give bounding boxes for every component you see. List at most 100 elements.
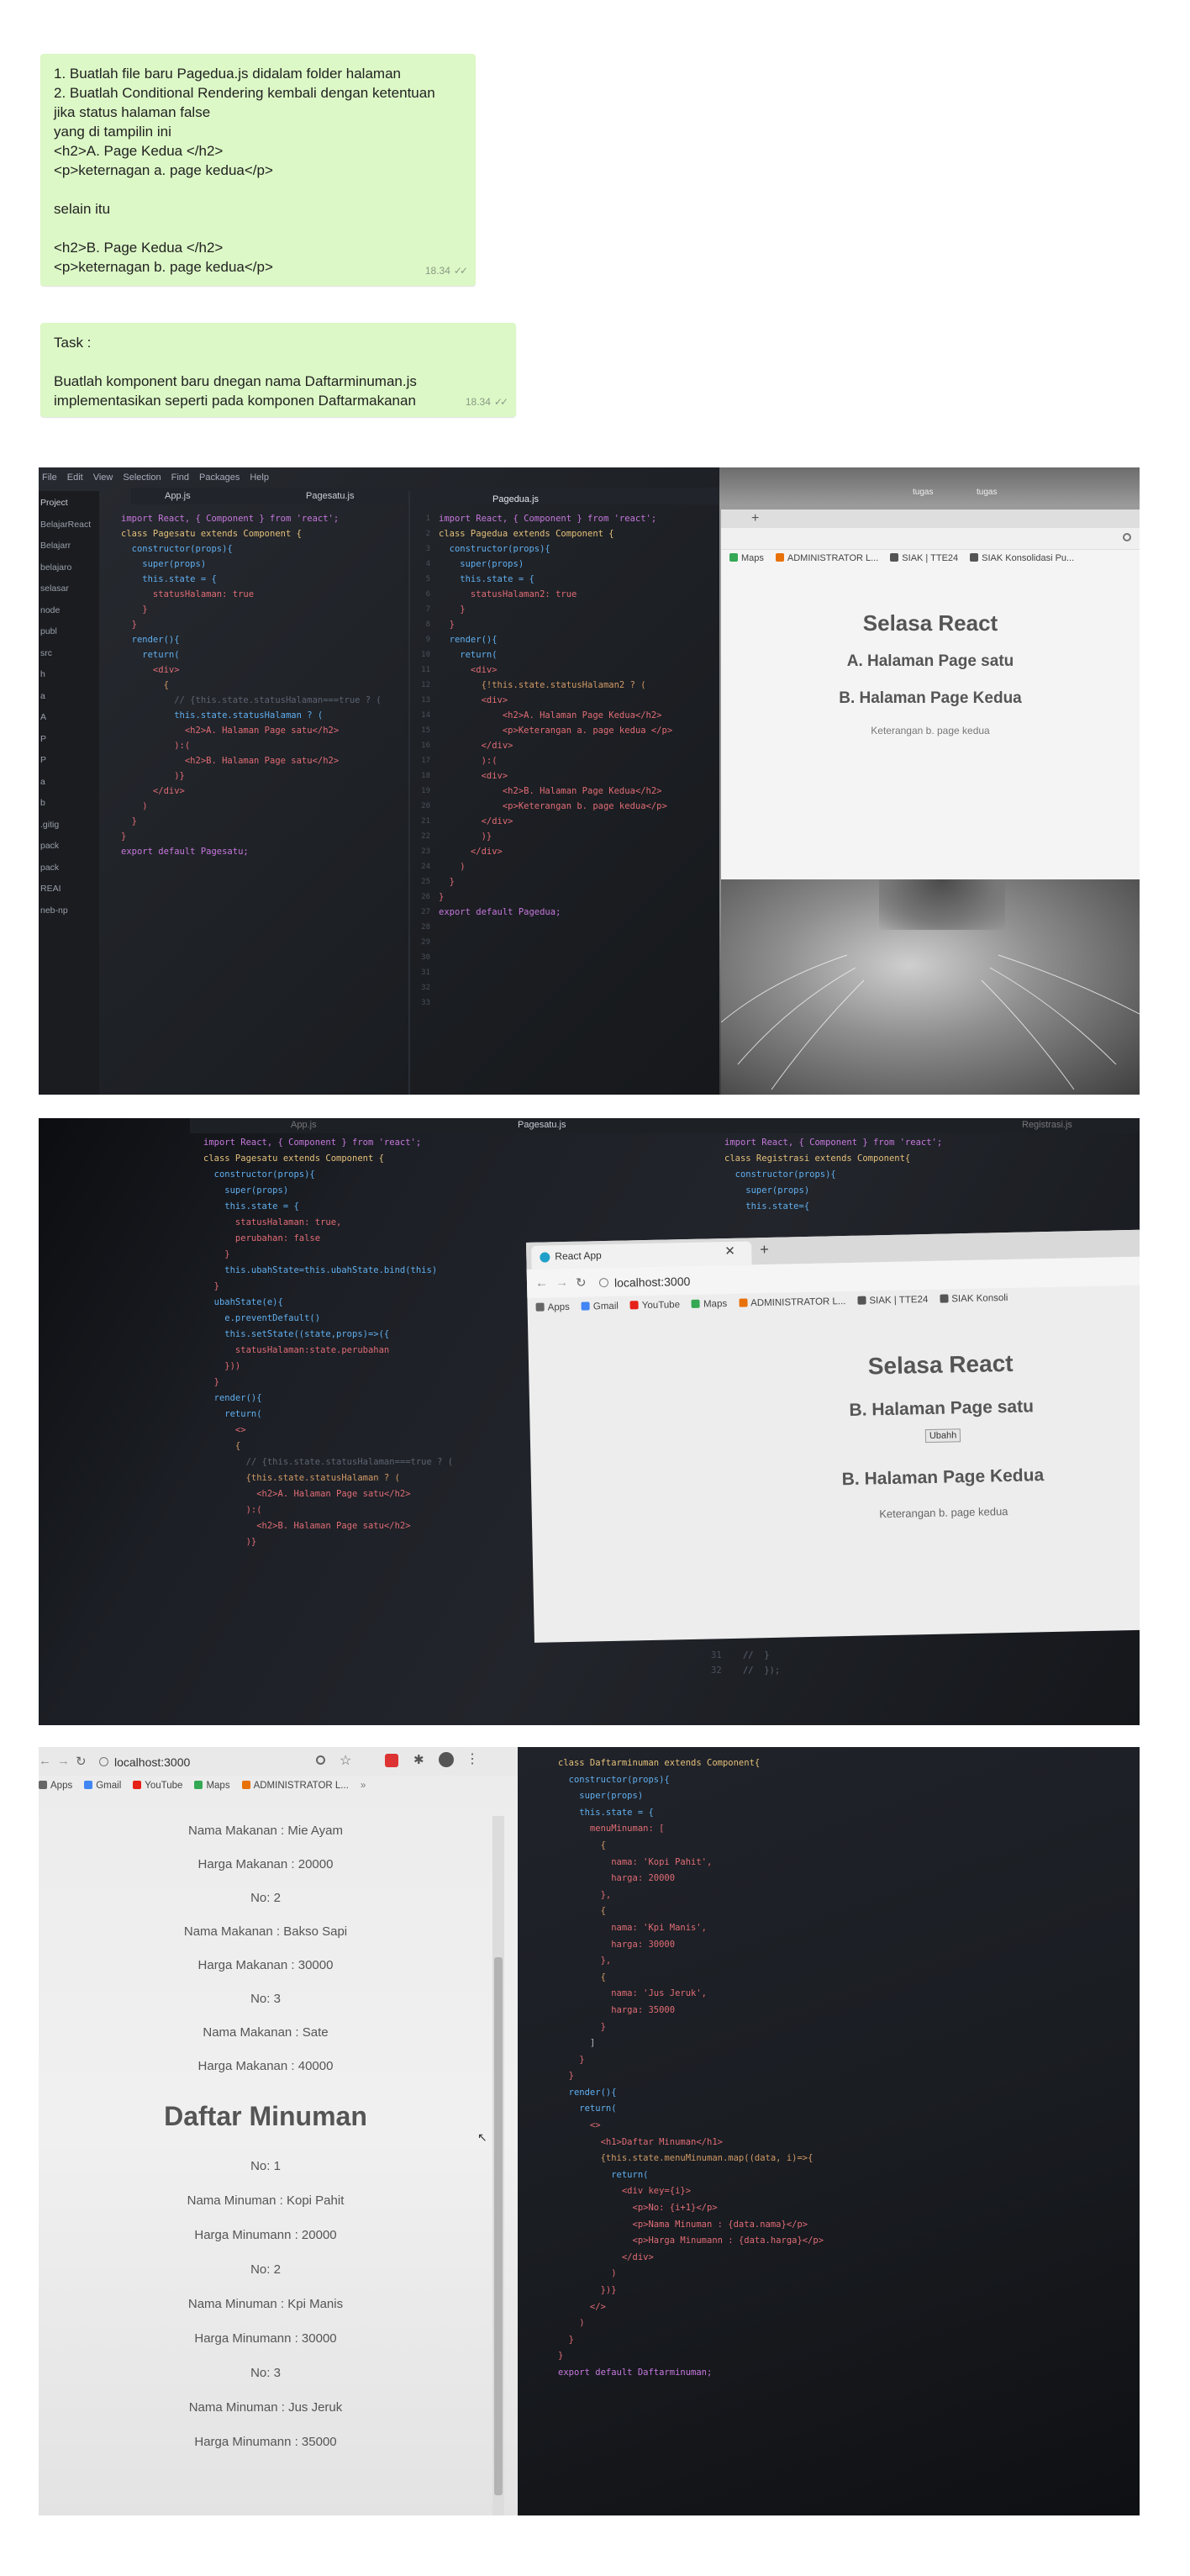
bookmark-siak-tte24[interactable]: SIAK | TTE24 <box>857 1295 928 1306</box>
bookmark-apps[interactable]: Apps <box>39 1781 72 1791</box>
address-bar[interactable] <box>721 528 1140 550</box>
tab-pagesatu-js[interactable]: Pagesatu.js <box>306 491 354 501</box>
tab-app-js[interactable]: App.js <box>291 1120 317 1130</box>
code-line: <h2>B. Halaman Page satu</h2> <box>121 756 340 766</box>
bookmark-youtube[interactable]: YouTube <box>629 1300 680 1311</box>
tree-item[interactable]: pack <box>40 858 99 879</box>
more-icon[interactable]: ⋮ <box>466 1750 479 1767</box>
menu-item[interactable]: Selection <box>123 472 161 483</box>
puzzle-icon[interactable]: ✱ <box>413 1752 424 1767</box>
code-line: return( <box>558 2169 649 2180</box>
tree-item[interactable]: P <box>40 729 99 751</box>
page-paragraph: Keterangan b. page kedua <box>879 1505 1008 1521</box>
tab-registrasi-js[interactable]: Registrasi.js <box>1022 1120 1072 1130</box>
tree-item[interactable]: P <box>40 750 99 772</box>
reload-icon[interactable]: ↻ <box>576 1275 587 1291</box>
new-tab-icon[interactable]: + <box>751 511 759 526</box>
search-icon[interactable] <box>316 1755 325 1765</box>
code-line: constructor(props){ <box>203 1169 315 1180</box>
forward-icon[interactable]: → <box>57 1754 70 1768</box>
menu-item[interactable]: File <box>42 472 57 483</box>
forward-icon[interactable]: → <box>556 1275 568 1290</box>
code-line: <h2>B. Halaman Page Kedua</h2> <box>439 786 662 796</box>
url-input[interactable]: localhost:3000 <box>114 1755 190 1769</box>
code-line: import React, { Component } from 'react'… <box>439 514 657 524</box>
code-line: export default Daftarminuman; <box>558 2367 713 2378</box>
menu-item[interactable]: Packages <box>199 472 240 483</box>
code-line: </> <box>558 2301 606 2312</box>
tab-pagesatu-js[interactable]: Pagesatu.js <box>518 1120 566 1130</box>
scrollbar-thumb[interactable] <box>494 1957 503 2495</box>
code-line: <div> <box>439 665 498 675</box>
desktop-icon[interactable]: tugas <box>977 488 997 497</box>
chat-message-1: 1. Buatlah file baru Pagedua.js didalam … <box>40 54 476 286</box>
bookmark-gmail[interactable]: Gmail <box>84 1781 121 1791</box>
code-line: super(props) <box>203 1185 289 1196</box>
tree-item[interactable]: a <box>40 686 99 708</box>
desktop-icon[interactable]: tugas <box>913 488 933 497</box>
tree-item[interactable]: BelajarReact <box>40 515 99 536</box>
tree-item[interactable]: b <box>40 793 99 815</box>
message-line: selain itu <box>54 201 111 217</box>
message-line: yang di tampilin ini <box>54 124 171 140</box>
chevron-right-icon[interactable]: » <box>361 1781 366 1791</box>
menu-item[interactable]: Help <box>250 472 269 483</box>
ubah-button[interactable]: Ubahh <box>924 1428 961 1444</box>
bookmark-administrator[interactable]: ADMINISTRATOR L... <box>775 553 878 563</box>
tree-item[interactable]: selasar <box>40 578 99 600</box>
bookmark-siak-konsoli[interactable]: SIAK Konsoli <box>940 1293 1008 1305</box>
extension-icon[interactable] <box>385 1754 398 1767</box>
bookmark-apps[interactable]: Apps <box>535 1302 570 1313</box>
tree-item[interactable]: belajaro <box>40 557 99 579</box>
tree-item[interactable]: REAI <box>40 879 99 900</box>
tree-item[interactable]: pack <box>40 836 99 858</box>
bookmarks-bar: Apps Gmail YouTube Maps ADMINISTRATOR L.… <box>39 1781 366 1791</box>
maps-icon <box>691 1299 701 1308</box>
bookmark-gmail[interactable]: Gmail <box>581 1301 619 1312</box>
tree-item[interactable]: .gitig <box>40 815 99 837</box>
tree-item[interactable]: Belajarr <box>40 536 99 557</box>
url-input[interactable]: localhost:3000 <box>614 1275 691 1290</box>
bookmark-label: ADMINISTRATOR L... <box>253 1781 349 1791</box>
menu-item[interactable]: View <box>93 472 113 483</box>
code-line: <div> <box>439 771 508 781</box>
star-icon[interactable]: ☆ <box>340 1752 351 1769</box>
cat-whiskers <box>721 954 1140 1090</box>
avatar[interactable] <box>439 1752 454 1767</box>
tree-item[interactable]: a <box>40 772 99 794</box>
tab-app-js[interactable]: App.js <box>165 491 191 501</box>
bookmark-maps[interactable]: Maps <box>691 1299 727 1310</box>
bookmark-siak-konsolidasi[interactable]: SIAK Konsolidasi Pu... <box>970 553 1074 563</box>
back-icon[interactable]: ← <box>39 1754 51 1768</box>
code-line: this.setState((state,props)=>({ <box>203 1329 390 1339</box>
tree-item[interactable]: src <box>40 643 99 665</box>
code-line: return( <box>439 650 498 660</box>
bookmark-administrator[interactable]: ADMINISTRATOR L... <box>739 1296 846 1309</box>
reload-icon[interactable]: ↻ <box>76 1754 87 1769</box>
tree-item[interactable]: node <box>40 600 99 622</box>
menu-item[interactable]: Edit <box>67 472 83 483</box>
bookmark-youtube[interactable]: YouTube <box>133 1781 182 1791</box>
message-line <box>54 352 503 372</box>
tab-pagedua-js[interactable]: Pagedua.js <box>492 494 539 504</box>
close-tab-icon[interactable]: ✕ <box>724 1243 735 1259</box>
tree-item[interactable]: Project <box>40 493 99 515</box>
code-line: {!this.state.statusHalaman2 ? ( <box>439 680 646 690</box>
back-icon[interactable]: ← <box>535 1275 548 1290</box>
bookmark-siak-tte24[interactable]: SIAK | TTE24 <box>890 553 958 563</box>
bookmark-maps[interactable]: Maps <box>729 553 764 563</box>
menu-item[interactable]: Find <box>171 472 189 483</box>
code-line: perubahan: false <box>203 1233 321 1243</box>
code-line: } <box>439 620 455 630</box>
new-tab-icon[interactable]: + <box>760 1241 769 1259</box>
tree-item[interactable]: neb-np <box>40 900 99 922</box>
tree-item[interactable]: h <box>40 664 99 686</box>
search-icon[interactable] <box>1123 533 1131 541</box>
message-line: <h2>A. Page Kedua </h2> <box>54 143 224 159</box>
tree-item[interactable]: A <box>40 707 99 729</box>
bookmark-administrator[interactable]: ADMINISTRATOR L... <box>241 1781 349 1791</box>
tree-item[interactable]: publ <box>40 621 99 643</box>
code-line: } <box>203 1281 219 1291</box>
code-line: class Registrasi extends Component{ <box>724 1153 911 1164</box>
bookmark-maps[interactable]: Maps <box>194 1781 230 1791</box>
